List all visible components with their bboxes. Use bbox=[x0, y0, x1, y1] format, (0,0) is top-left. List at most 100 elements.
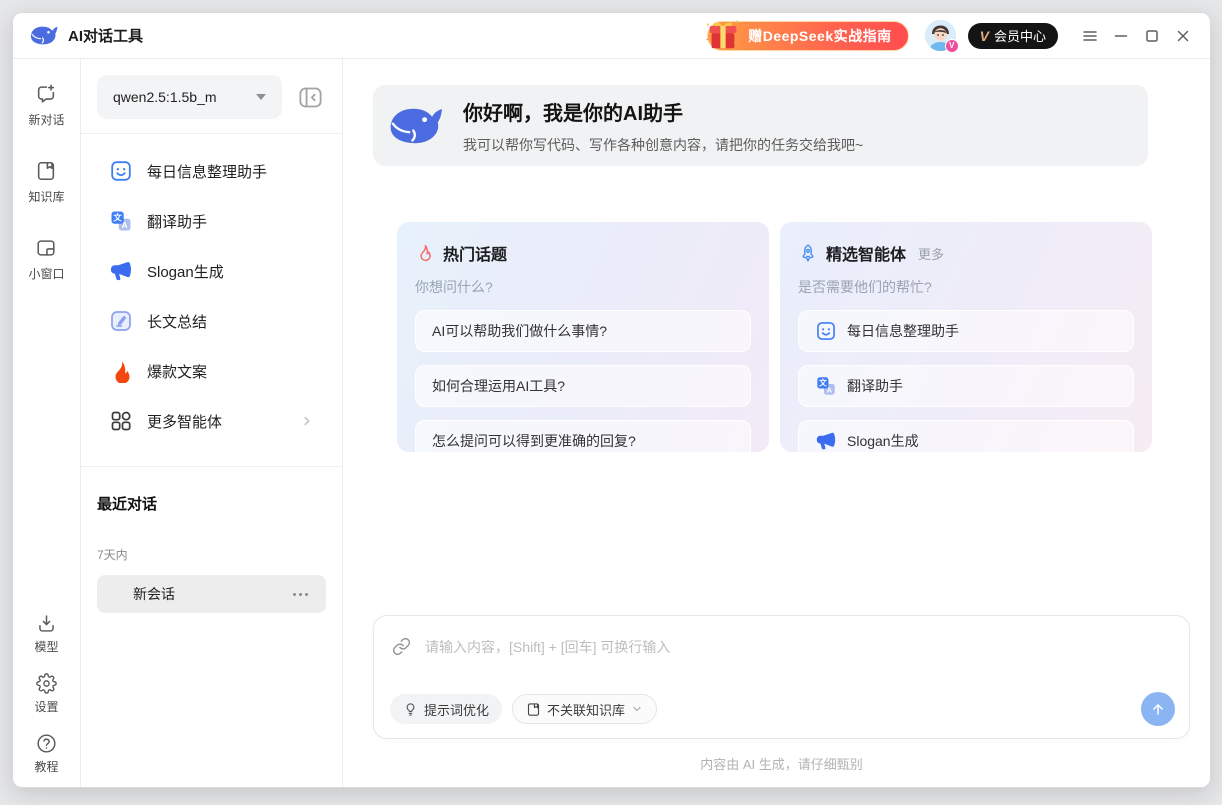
hot-topic-question[interactable]: 如何合理运用AI工具? bbox=[415, 365, 751, 407]
agent-shortcut-daily-organizer[interactable]: 每日信息整理助手 bbox=[798, 310, 1134, 352]
assistant-label: 爆款文案 bbox=[147, 363, 208, 381]
welcome-subtitle: 我可以帮你写代码、写作各种创意内容，请把你的任务交给我吧~ bbox=[463, 136, 864, 153]
recent-chats-title: 最近对话 bbox=[97, 496, 158, 513]
agent-shortcut-slogan[interactable]: Slogan生成 bbox=[798, 420, 1134, 462]
left-rail: 新对话 知识库 小窗口 模型 设置 教程 bbox=[13, 59, 81, 787]
assistant-item-viral-copy[interactable]: 爆款文案 bbox=[97, 346, 326, 396]
assistant-label: Slogan生成 bbox=[147, 263, 224, 281]
rail-bottom-group: 模型 设置 教程 bbox=[34, 595, 59, 775]
settings-gear-icon bbox=[36, 673, 57, 694]
rail-item-settings[interactable]: 设置 bbox=[34, 673, 59, 715]
recent-group-label: 7天内 bbox=[97, 548, 128, 562]
hot-topic-question[interactable]: 怎么提问可以得到更准确的回复? bbox=[415, 420, 751, 462]
main-area: 你好啊，我是你的AI助手 我可以帮你写代码、写作各种创意内容，请把你的任务交给我… bbox=[343, 59, 1210, 787]
recent-chat-label: 新会话 bbox=[133, 586, 175, 602]
assistant-item-summary[interactable]: 长文总结 bbox=[97, 296, 326, 346]
promo-banner-label: 赠DeepSeek实战指南 bbox=[748, 27, 892, 44]
message-composer: 提示词优化 不关联知识库 bbox=[373, 615, 1190, 739]
agent-shortcut-translator[interactable]: 翻译助手 bbox=[798, 365, 1134, 407]
megaphone-icon bbox=[111, 261, 131, 281]
knowledge-selector-label: 不关联知识库 bbox=[547, 702, 626, 718]
rail-label: 知识库 bbox=[28, 190, 65, 204]
question-label: 如何合理运用AI工具? bbox=[432, 378, 566, 394]
knowledge-base-icon bbox=[38, 161, 55, 181]
rail-label: 小窗口 bbox=[28, 267, 65, 281]
assistant-item-translator[interactable]: 翻译助手 bbox=[97, 196, 326, 246]
rail-label: 设置 bbox=[34, 700, 59, 714]
assistant-item-daily-organizer[interactable]: 每日信息整理助手 bbox=[97, 146, 326, 196]
recent-chat-item[interactable]: 新会话 bbox=[97, 575, 326, 613]
sidebar: qwen2.5:1.5b_m 每日信息整理助手 翻译助手 Slogan生成 长文… bbox=[81, 59, 343, 787]
rail-label: 新对话 bbox=[28, 113, 65, 127]
mini-window-icon bbox=[37, 240, 56, 256]
more-options-icon[interactable] bbox=[289, 589, 312, 600]
model-download-icon bbox=[39, 615, 54, 632]
close-icon bbox=[1177, 30, 1188, 41]
assistant-item-more-agents[interactable]: 更多智能体 bbox=[97, 396, 326, 446]
send-button[interactable] bbox=[1141, 692, 1175, 726]
hot-topics-card: 热门话题 你想问什么? AI可以帮助我们做什么事情? 如何合理运用AI工具? 怎… bbox=[397, 222, 769, 462]
chevron-right-icon bbox=[304, 416, 310, 426]
knowledge-base-selector[interactable]: 不关联知识库 bbox=[512, 694, 658, 724]
rail-item-mini-window[interactable]: 小窗口 bbox=[28, 237, 65, 282]
hot-topic-question[interactable]: AI可以帮助我们做什么事情? bbox=[415, 310, 751, 352]
hot-flame-icon bbox=[420, 244, 431, 262]
member-center-button[interactable]: V 会员中心 bbox=[967, 22, 1058, 49]
apps-grid-icon bbox=[111, 411, 131, 431]
chevron-down-icon bbox=[633, 706, 641, 712]
agent-label: 每日信息整理助手 bbox=[847, 323, 959, 339]
book-icon bbox=[527, 702, 540, 716]
recent-chats-section: 最近对话 7天内 新会话 bbox=[81, 467, 342, 613]
window-controls bbox=[1076, 22, 1196, 49]
maximize-icon bbox=[1145, 29, 1158, 42]
collapse-sidebar-button[interactable] bbox=[294, 81, 326, 113]
vip-v-icon: V bbox=[979, 27, 989, 44]
assistant-label: 翻译助手 bbox=[147, 213, 208, 231]
assistant-label: 每日信息整理助手 bbox=[147, 163, 268, 181]
gift-icon bbox=[706, 20, 739, 48]
titlebar: AI对话工具 赠DeepSeek实战指南 V V 会员中心 bbox=[13, 13, 1210, 59]
new-chat-icon bbox=[38, 84, 55, 103]
minimize-icon bbox=[1114, 34, 1127, 37]
model-selector[interactable]: qwen2.5:1.5b_m bbox=[97, 75, 282, 119]
featured-agents-title: 精选智能体 bbox=[826, 247, 907, 264]
avatar-vip-badge: V bbox=[944, 39, 959, 53]
welcome-banner: 你好啊，我是你的AI助手 我可以帮你写代码、写作各种创意内容，请把你的任务交给我… bbox=[373, 85, 1148, 166]
smiley-assistant-icon bbox=[111, 161, 131, 181]
prompt-optimizer-button[interactable]: 提示词优化 bbox=[390, 694, 503, 724]
whale-mascot-icon bbox=[389, 107, 444, 144]
agents-more-link[interactable]: 更多 bbox=[918, 244, 944, 263]
rail-label: 教程 bbox=[34, 760, 59, 774]
welcome-title: 你好啊，我是你的AI助手 bbox=[463, 102, 683, 125]
rail-item-knowledge[interactable]: 知识库 bbox=[28, 160, 65, 205]
maximize-button[interactable] bbox=[1138, 22, 1165, 49]
hot-topics-title: 热门话题 bbox=[443, 247, 508, 264]
help-circle-icon bbox=[37, 734, 56, 753]
rail-label: 模型 bbox=[34, 640, 59, 654]
attachment-link-icon[interactable] bbox=[392, 637, 411, 656]
rail-item-tutorial[interactable]: 教程 bbox=[34, 733, 59, 775]
smiley-assistant-icon bbox=[817, 322, 835, 340]
arrow-up-icon bbox=[1153, 704, 1163, 715]
member-center-label: 会员中心 bbox=[993, 29, 1046, 44]
app-logo-whale-icon bbox=[30, 25, 59, 46]
megaphone-icon bbox=[816, 432, 836, 450]
agent-label: Slogan生成 bbox=[847, 433, 919, 449]
menu-button[interactable] bbox=[1076, 22, 1103, 49]
translate-icon bbox=[111, 211, 131, 231]
rail-item-new-chat[interactable]: 新对话 bbox=[28, 83, 65, 128]
question-label: 怎么提问可以得到更准确的回复? bbox=[432, 433, 636, 449]
chevron-down-icon bbox=[256, 94, 266, 100]
minimize-button[interactable] bbox=[1107, 22, 1134, 49]
app-title: AI对话工具 bbox=[68, 28, 144, 45]
model-name: qwen2.5:1.5b_m bbox=[113, 89, 217, 105]
user-avatar[interactable]: V bbox=[924, 20, 959, 53]
lightbulb-icon bbox=[406, 702, 415, 716]
menu-icon bbox=[1082, 30, 1097, 41]
agent-label: 翻译助手 bbox=[847, 378, 903, 394]
close-button[interactable] bbox=[1169, 22, 1196, 49]
message-input[interactable] bbox=[425, 638, 1171, 655]
promo-banner-button[interactable]: 赠DeepSeek实战指南 bbox=[706, 20, 909, 51]
rail-item-models[interactable]: 模型 bbox=[34, 613, 59, 655]
assistant-item-slogan[interactable]: Slogan生成 bbox=[97, 246, 326, 296]
